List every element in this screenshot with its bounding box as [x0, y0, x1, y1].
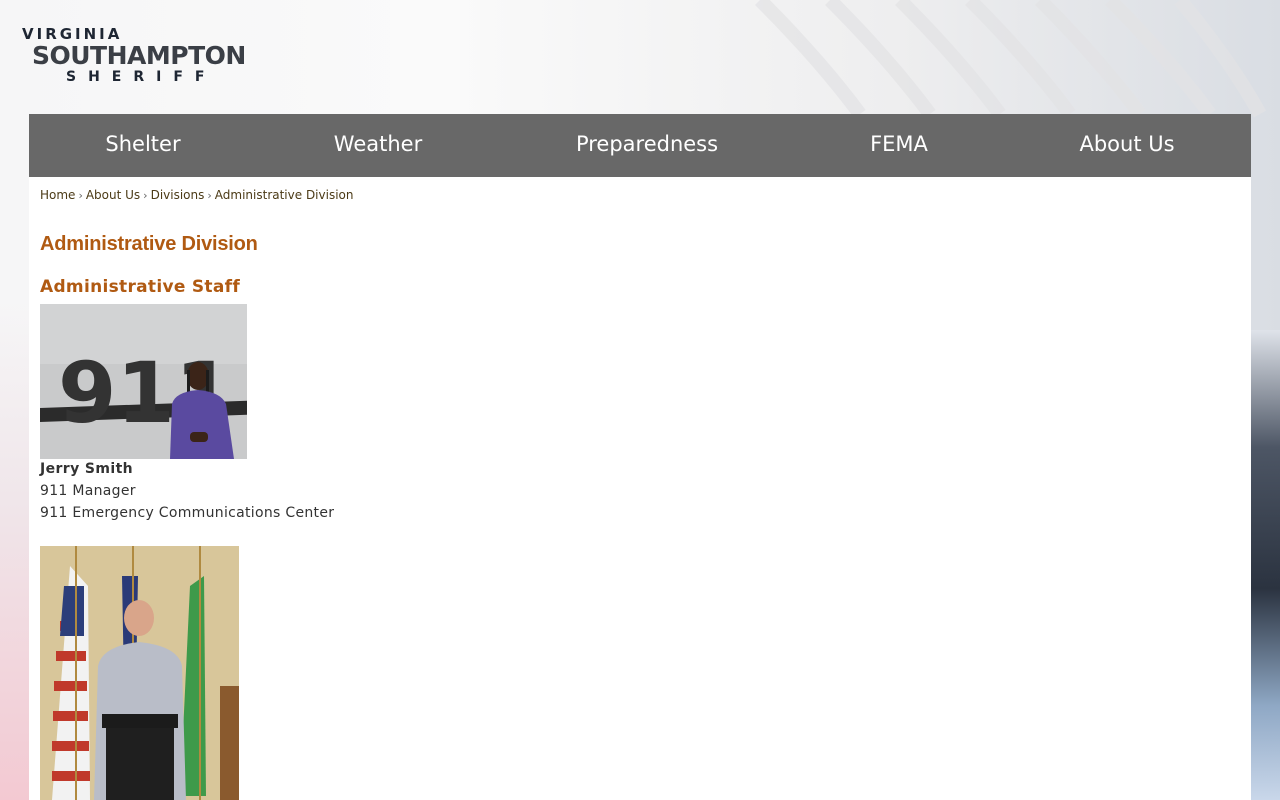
logo-county-text: SOUTHAMPTON [32, 41, 246, 70]
breadcrumb: Home › About Us › Divisions › Administrative D… [40, 188, 353, 202]
nav-item-shelter[interactable]: Shelter [105, 114, 180, 177]
breadcrumb-about-us[interactable]: About Us [86, 188, 140, 202]
breadcrumb-separator: › [207, 189, 212, 202]
breadcrumb-home[interactable]: Home [40, 188, 75, 202]
main-navigation: Shelter Weather Preparedness FEMA About … [29, 114, 1251, 177]
logo-state-text: VIRGINIA [22, 25, 123, 43]
nav-item-preparedness[interactable]: Preparedness [576, 114, 718, 177]
nav-item-about-us[interactable]: About Us [1079, 114, 1174, 177]
staff-photo-jerry-smith: 911 [40, 304, 247, 459]
staff-name: Jerry Smith [40, 461, 134, 477]
background-right-edge [1250, 330, 1280, 800]
breadcrumb-separator: › [78, 189, 83, 202]
staff-title: 911 Manager [40, 483, 136, 499]
breadcrumb-current: Administrative Division [214, 188, 354, 202]
logo-sheriff-text: SHERIFF [66, 69, 217, 85]
nav-item-fema[interactable]: FEMA [870, 114, 928, 177]
main-content: Home › About Us › Divisions › Administrative D… [29, 177, 1251, 800]
section-title: Administrative Staff [40, 277, 241, 297]
staff-photo-officer [40, 546, 239, 800]
staff-unit: 911 Emergency Communications Center [40, 505, 335, 521]
breadcrumb-separator: › [143, 189, 148, 202]
breadcrumb-divisions[interactable]: Divisions [151, 188, 205, 202]
page-title: Administrative Division [40, 233, 258, 255]
nav-item-weather[interactable]: Weather [334, 114, 422, 177]
site-logo[interactable]: VIRGINIA SOUTHAMPTON SHERIFF [22, 26, 262, 85]
